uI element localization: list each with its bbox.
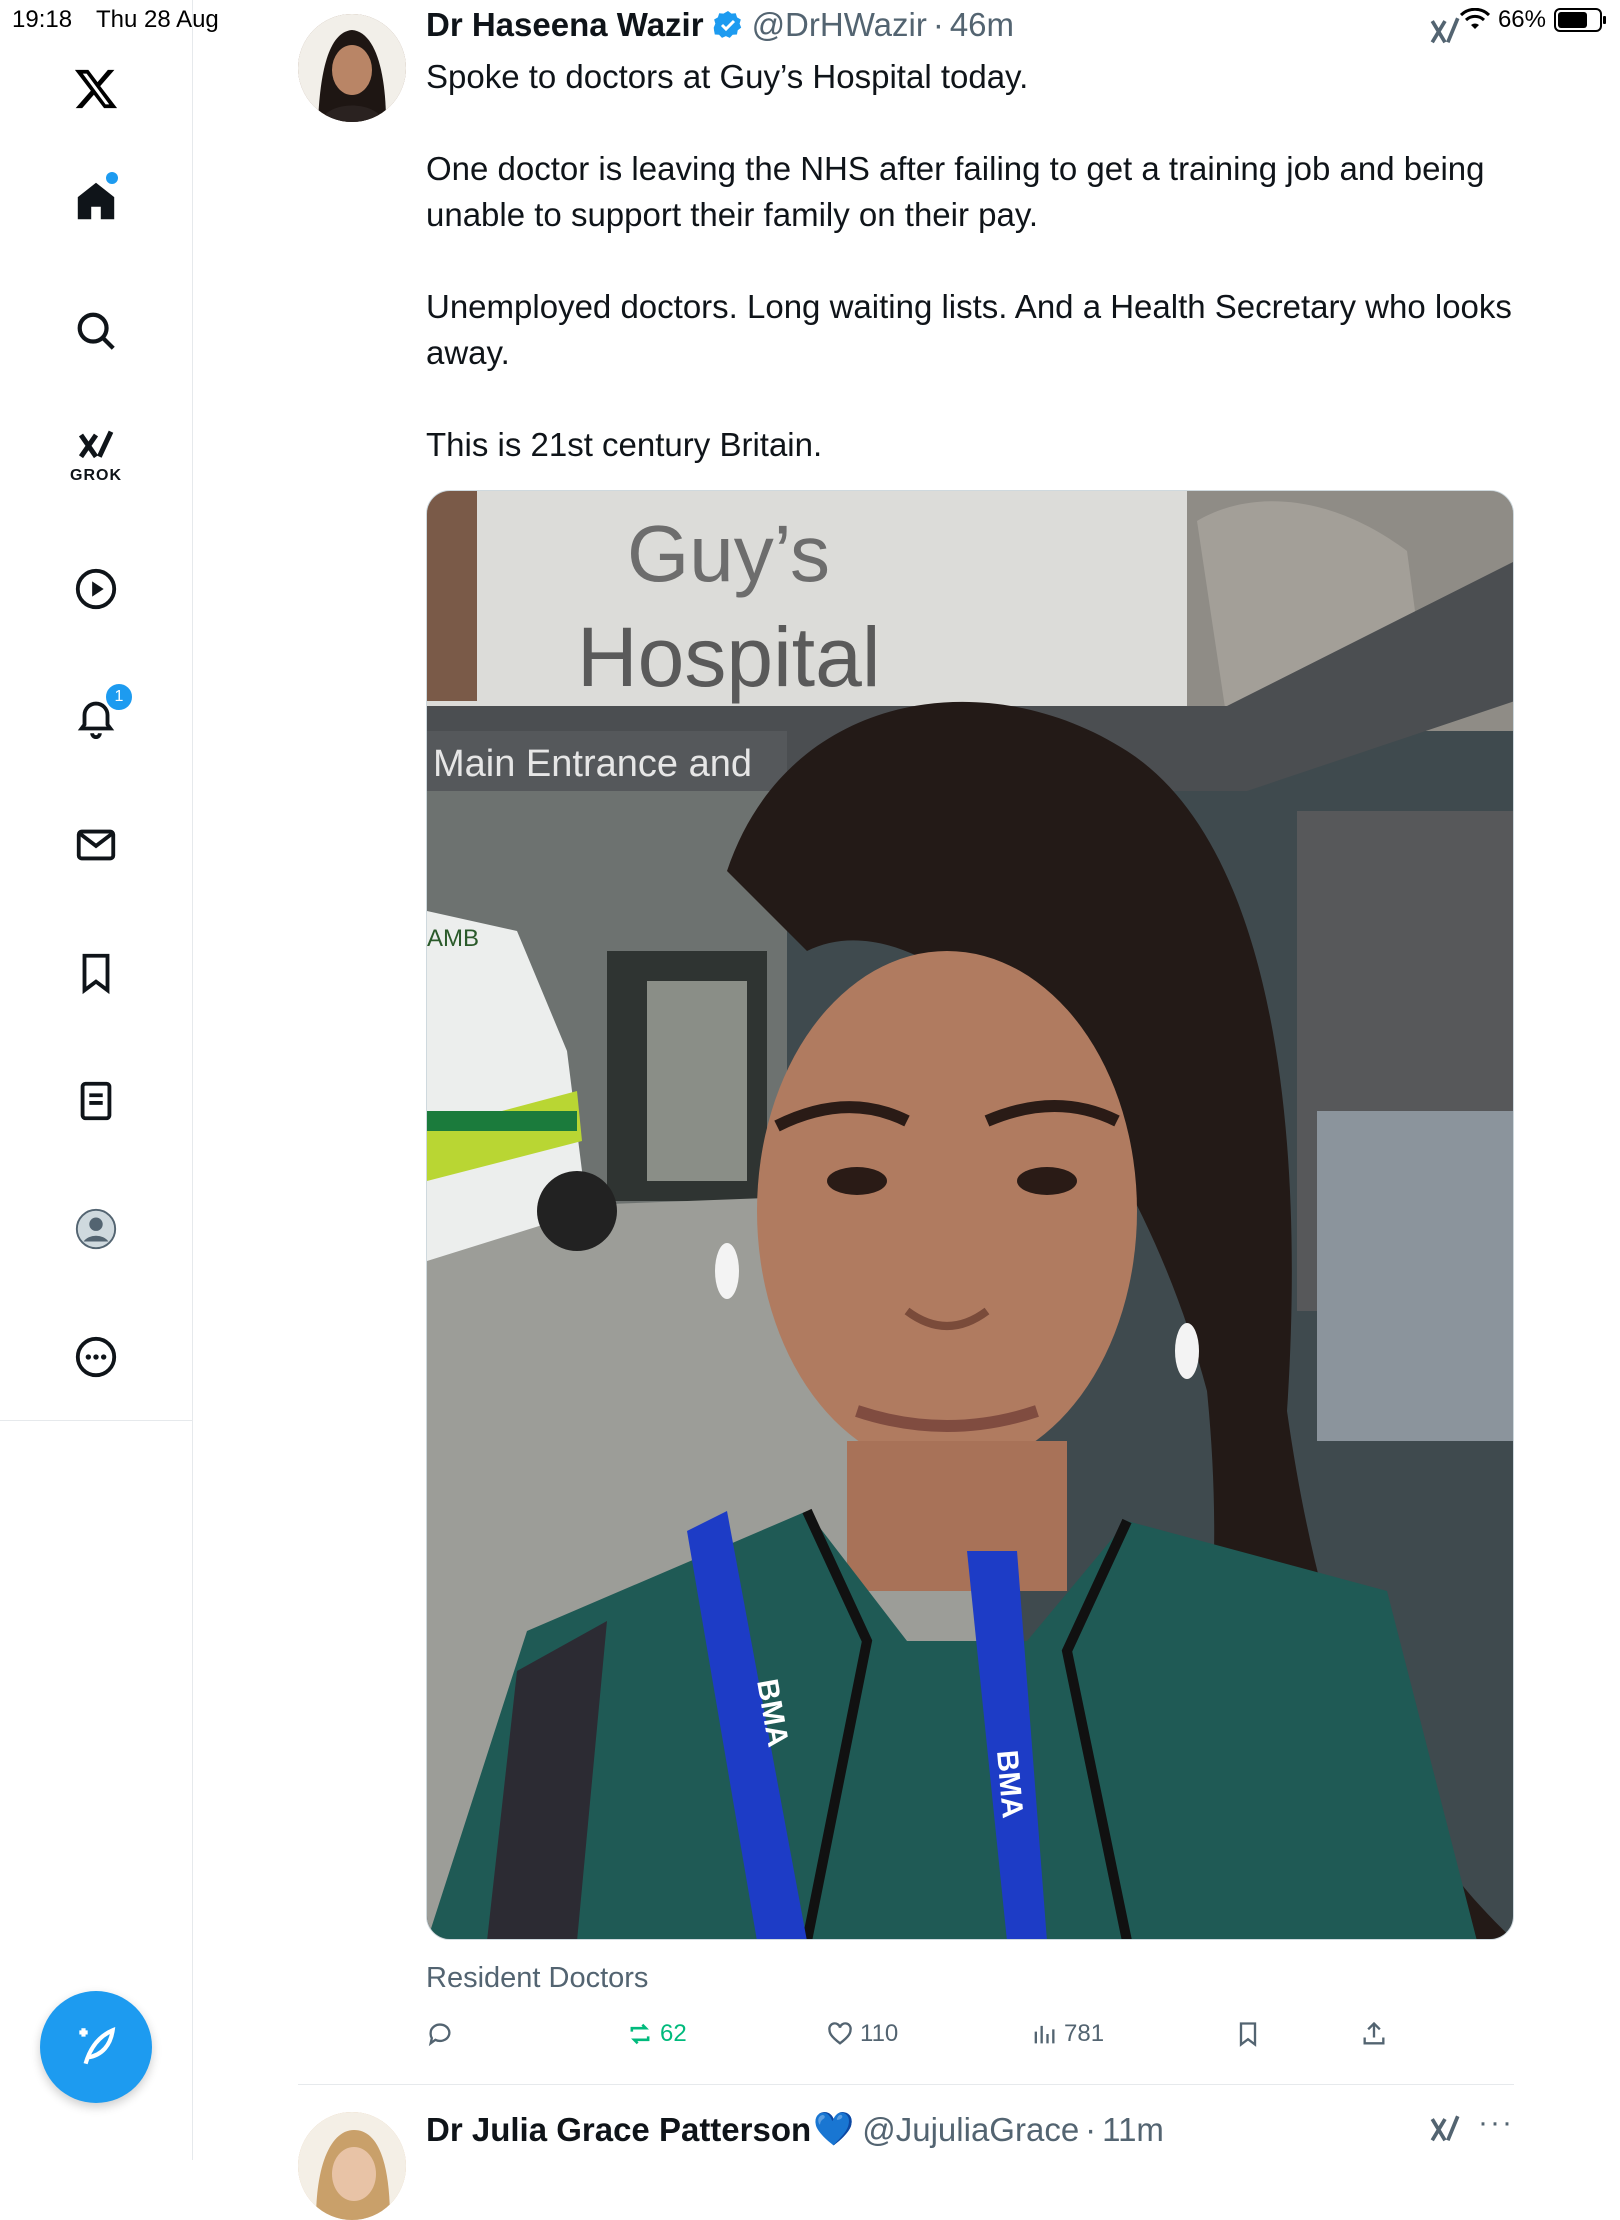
author-avatar-image — [298, 14, 406, 122]
sidebar-item-home[interactable] — [46, 156, 146, 246]
search-icon — [77, 312, 115, 350]
battery-icon — [1554, 8, 1606, 32]
share-button[interactable] — [1360, 2020, 1388, 2048]
verified-icon — [713, 11, 741, 38]
sidebar-item-notifications[interactable]: 1 — [46, 672, 146, 762]
author-avatar[interactable] — [298, 14, 406, 122]
repost-icon — [630, 2023, 650, 2045]
next-author-name[interactable]: Dr Julia Grace Patterson — [426, 2111, 811, 2149]
views-button[interactable]: 781 — [1030, 2020, 1104, 2048]
sidebar-item-messages[interactable] — [46, 800, 146, 890]
sidebar-item-grok[interactable]: GROK — [46, 410, 146, 500]
profile-icon — [75, 1208, 117, 1250]
home-icon — [77, 182, 115, 220]
sidebar-item-profile[interactable] — [46, 1184, 146, 1274]
grok-icon — [78, 430, 114, 459]
share-icon — [1363, 2021, 1385, 2045]
tweet-actions: 62 110 781 — [426, 2020, 1516, 2070]
grok-icon[interactable] — [1428, 14, 1462, 48]
bookmark-icon — [82, 953, 110, 995]
next-tweet-time[interactable]: 11m — [1102, 2111, 1164, 2149]
selfie-photo-image: Main Entrance and Guy’s Hospital AMB BMA… — [427, 491, 1513, 1939]
battery-percent: 66% — [1497, 6, 1546, 33]
sign-guys: Guy’s — [627, 509, 830, 598]
next-author-avatar-image — [298, 2112, 406, 2220]
repost-button[interactable]: 62 — [626, 2020, 687, 2048]
author-handle[interactable]: @DrHWazir — [752, 6, 927, 44]
mail-icon — [76, 829, 116, 861]
author-name[interactable]: Dr Haseena Wazir — [426, 6, 704, 44]
next-author-avatar[interactable] — [298, 2112, 406, 2220]
bookmark-icon — [1239, 2022, 1257, 2047]
list-icon — [80, 1081, 112, 1121]
wifi-icon — [1459, 8, 1490, 29]
tweet-text: Spoke to doctors at Guy’s Hospital today… — [426, 58, 1512, 463]
sign-main-entrance: Main Entrance and — [433, 743, 752, 785]
repost-count: 62 — [660, 2020, 687, 2047]
header-separator: · — [932, 6, 944, 43]
x-logo-link[interactable] — [46, 44, 146, 134]
status-indicators: 66% — [1459, 6, 1606, 34]
play-icon — [75, 568, 117, 610]
sidebar-item-videos[interactable] — [46, 544, 146, 634]
ambulance-text: AMB — [427, 925, 479, 952]
tweet-header: Dr Haseena Wazir @DrHWazir · 46m — [426, 6, 1014, 44]
compose-icon — [79, 2026, 116, 2065]
reply-button[interactable] — [426, 2020, 460, 2048]
bookmark-button[interactable] — [1234, 2020, 1262, 2048]
heart-icon — [828, 2022, 852, 2045]
views-count: 781 — [1064, 2020, 1105, 2047]
tweet-divider — [298, 2084, 1514, 2085]
more-icon — [75, 1336, 117, 1378]
next-author-handle[interactable]: @JujuliaGrace — [862, 2111, 1079, 2149]
tweet-time[interactable]: 46m — [950, 6, 1014, 44]
sign-hospital: Hospital — [577, 610, 880, 704]
sidebar-border — [192, 1420, 193, 2160]
sidebar-item-bookmarks[interactable] — [46, 928, 146, 1018]
like-button[interactable]: 110 — [826, 2020, 898, 2048]
lanyard-text-right: BMA — [990, 1749, 1029, 1820]
grok-label: GROK — [70, 467, 122, 484]
next-more-icon[interactable]: ··· — [1478, 2106, 1514, 2140]
blue-heart-emoji: 💙 — [813, 2110, 855, 2147]
next-grok-icon[interactable] — [1428, 2112, 1462, 2146]
like-count: 110 — [860, 2020, 899, 2047]
sidebar-item-lists[interactable] — [46, 1056, 146, 1146]
next-tweet-header: Dr Julia Grace Patterson 💙 @JujuliaGrace… — [426, 2110, 1164, 2149]
sidebar: GROK 1 — [0, 0, 193, 1421]
reply-icon — [428, 2023, 451, 2047]
tweet-photo[interactable]: Main Entrance and Guy’s Hospital AMB BMA… — [426, 490, 1514, 1940]
views-icon — [1034, 2025, 1055, 2044]
compose-button[interactable] — [40, 1991, 152, 2103]
next-header-separator: · — [1085, 2110, 1097, 2148]
notification-badge: 1 — [104, 682, 134, 712]
sidebar-item-search[interactable] — [46, 286, 146, 376]
community-label[interactable]: Resident Doctors — [426, 1962, 648, 1995]
x-logo-icon — [74, 69, 118, 109]
sidebar-item-more[interactable] — [46, 1312, 146, 1402]
home-new-dot — [106, 172, 118, 184]
